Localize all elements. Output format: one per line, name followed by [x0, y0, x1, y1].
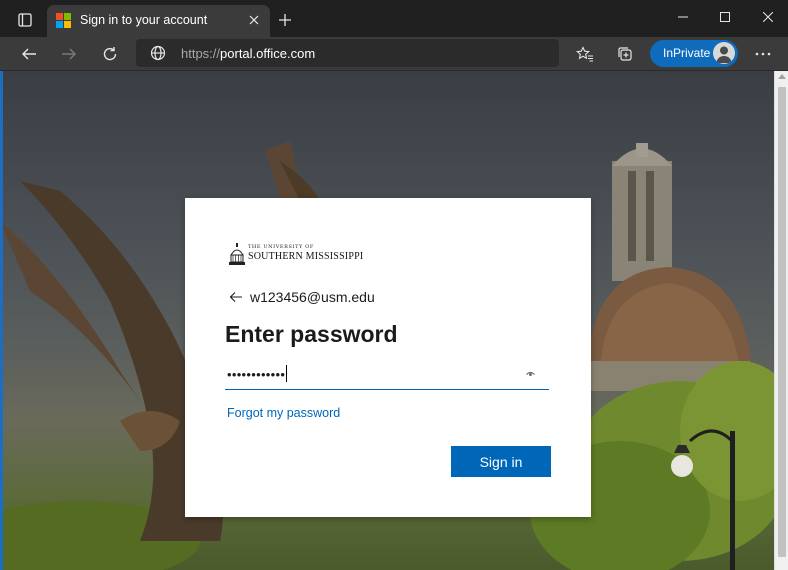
plus-icon: [279, 14, 291, 26]
person-icon: [716, 46, 732, 63]
password-dots: ••••••••••••: [227, 367, 286, 382]
inprivate-label: InPrivate: [663, 46, 711, 60]
favorites-button[interactable]: [571, 40, 599, 68]
arrow-right-icon: [62, 48, 76, 60]
inprivate-badge[interactable]: InPrivate: [650, 40, 738, 67]
page-scrollbar[interactable]: [774, 71, 788, 570]
address-bar[interactable]: https://portal.office.com: [136, 39, 559, 67]
usm-dome-icon: [229, 243, 245, 265]
refresh-button[interactable]: [96, 40, 124, 68]
url-scheme: https://: [181, 46, 221, 61]
window-left-edge: [0, 71, 3, 570]
maximize-button[interactable]: [705, 4, 745, 30]
browser-toolbar: https://portal.office.com InPrivate: [0, 37, 788, 71]
collections-button[interactable]: [611, 40, 639, 68]
more-horizontal-icon: [755, 52, 771, 56]
new-tab-button[interactable]: [274, 9, 296, 31]
forgot-password-link[interactable]: Forgot my password: [227, 406, 340, 420]
tab-signin[interactable]: Sign in to your account: [47, 5, 270, 37]
settings-menu-button[interactable]: [749, 40, 777, 68]
identity-email: w123456@usm.edu: [250, 289, 375, 305]
password-mask: ••••••••••••: [227, 365, 288, 382]
minimize-button[interactable]: [663, 4, 703, 30]
tab-close-button[interactable]: [246, 12, 262, 28]
scroll-thumb[interactable]: [778, 87, 786, 557]
reveal-password-icon[interactable]: [526, 371, 535, 377]
microsoft-logo-icon: [56, 13, 71, 28]
globe-icon: [150, 45, 166, 61]
usm-logo-line2: SOUTHERN MISSISSIPPI: [248, 251, 364, 262]
password-field[interactable]: ••••••••••••: [225, 362, 549, 390]
usm-logo: THE UNIVERSITY OF SOUTHERN MISSISSIPPI: [229, 243, 369, 269]
scroll-up-arrow-icon[interactable]: [778, 74, 786, 79]
page-title: Enter password: [225, 321, 398, 347]
star-list-icon: [576, 46, 593, 62]
close-icon: [763, 12, 773, 22]
close-icon: [249, 15, 259, 25]
arrow-left-icon: [22, 48, 36, 60]
text-caret: [286, 365, 288, 382]
refresh-icon: [103, 47, 117, 61]
sign-in-button[interactable]: Sign in: [451, 446, 551, 477]
arrow-left-icon[interactable]: [229, 290, 243, 304]
tab-title: Sign in to your account: [80, 13, 208, 27]
close-window-button[interactable]: [748, 4, 788, 30]
usm-logo-line1: THE UNIVERSITY OF: [248, 244, 314, 250]
forward-button[interactable]: [55, 40, 83, 68]
collections-icon: [618, 47, 632, 61]
minimize-icon: [678, 16, 688, 18]
maximize-icon: [720, 12, 730, 22]
avatar: [713, 42, 735, 64]
back-button[interactable]: [15, 40, 43, 68]
signin-card: THE UNIVERSITY OF SOUTHERN MISSISSIPPI w…: [185, 198, 591, 517]
url-host: portal.office.com: [220, 46, 316, 61]
tab-actions-icon: [18, 13, 32, 27]
tab-strip: Sign in to your account: [0, 0, 788, 37]
url-text: https://portal.office.com: [181, 46, 315, 61]
identity-banner[interactable]: w123456@usm.edu: [229, 289, 375, 305]
tab-actions-button[interactable]: [8, 8, 42, 32]
